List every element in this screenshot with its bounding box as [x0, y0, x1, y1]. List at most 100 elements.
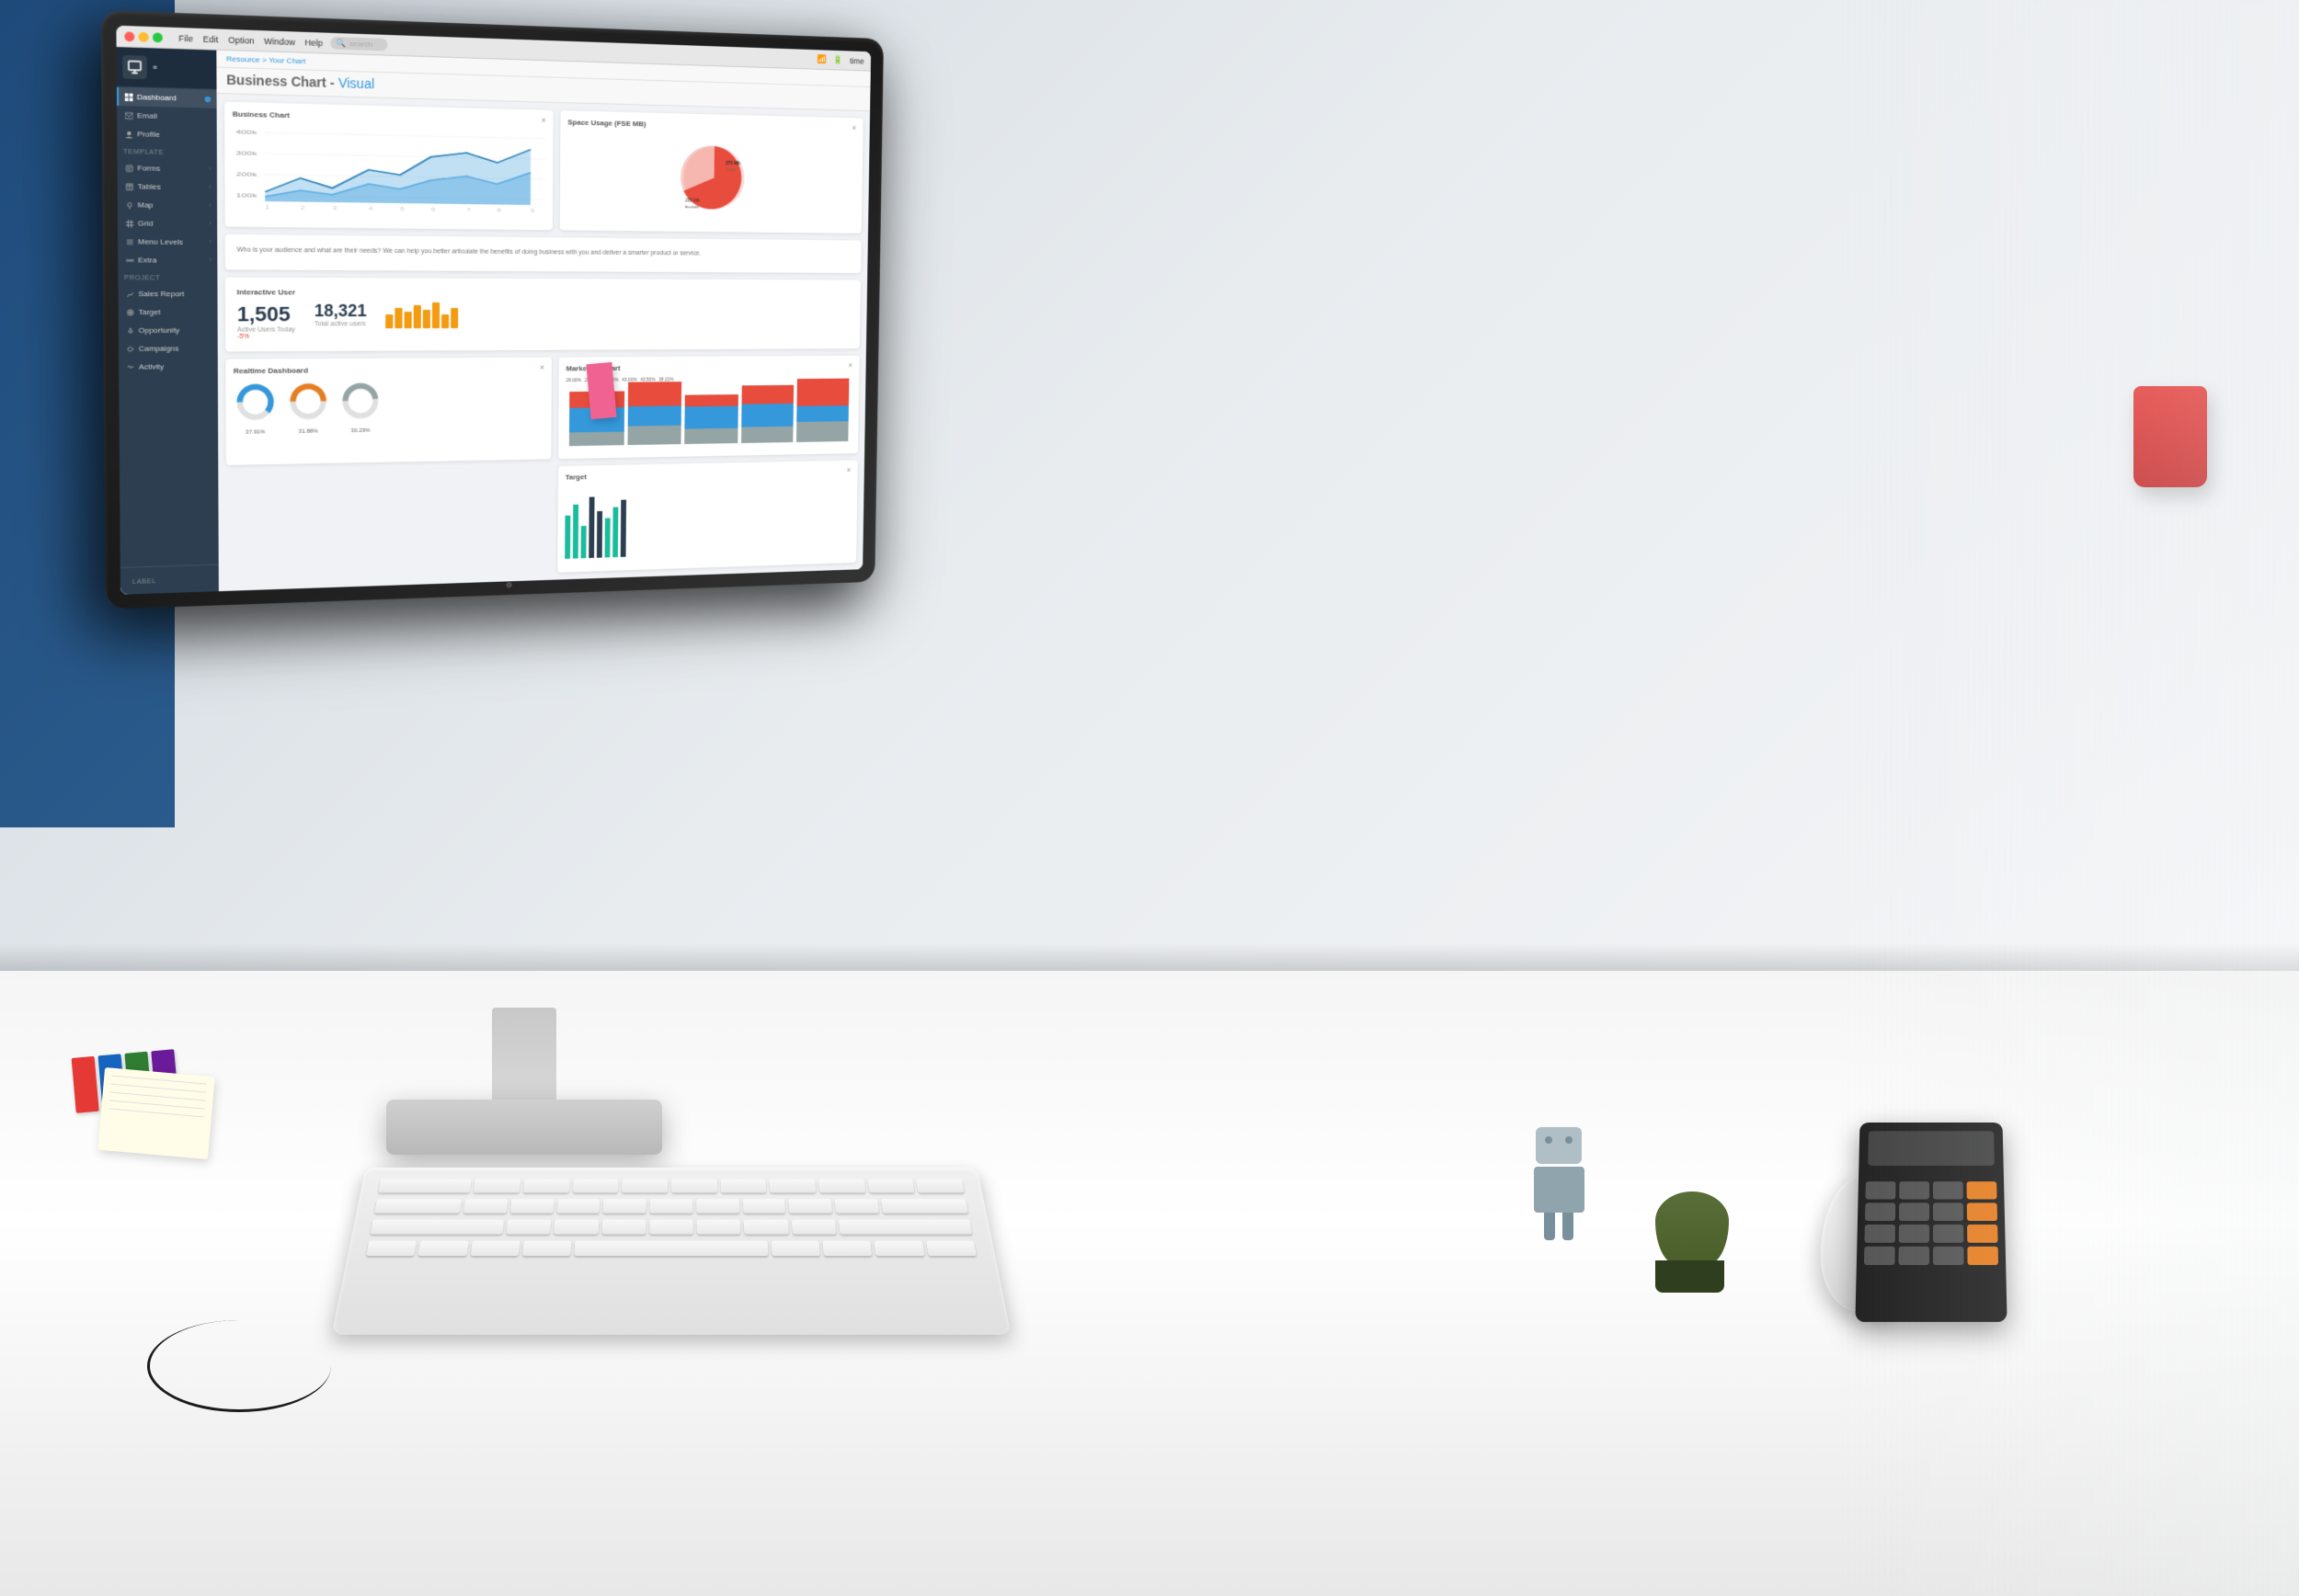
sidebar-item-forms[interactable]: Forms › — [117, 158, 216, 178]
key-l[interactable] — [834, 1199, 878, 1213]
sidebar-header: ≡ — [117, 47, 217, 90]
svg-text:Used: Used — [727, 167, 736, 172]
key-i[interactable] — [818, 1179, 865, 1192]
key-n[interactable] — [744, 1220, 789, 1235]
calc-btn-5[interactable] — [1899, 1203, 1929, 1221]
key-caps[interactable] — [374, 1199, 462, 1213]
calc-btn-dot[interactable] — [1898, 1247, 1928, 1265]
calc-btn-0[interactable] — [1864, 1247, 1895, 1265]
menu-help[interactable]: Help — [305, 38, 323, 48]
mac-maximize-button[interactable] — [153, 32, 163, 42]
sidebar-item-dashboard[interactable]: Dashboard — [117, 87, 217, 108]
key-d[interactable] — [556, 1199, 600, 1213]
calc-btn-7[interactable] — [1864, 1225, 1894, 1243]
marketing-close[interactable]: × — [848, 360, 852, 370]
key-g[interactable] — [650, 1199, 693, 1213]
mac-close-button[interactable] — [124, 31, 134, 41]
key-space[interactable] — [575, 1241, 769, 1256]
calc-btn-3[interactable] — [1933, 1181, 1963, 1199]
mac-search-bar[interactable]: 🔍 search — [330, 37, 387, 51]
key-u[interactable] — [770, 1179, 817, 1192]
sidebar-item-map[interactable]: Map › — [118, 196, 217, 215]
key-shift-l[interactable] — [371, 1220, 504, 1235]
calc-btn-1[interactable] — [1865, 1181, 1895, 1199]
key-y[interactable] — [720, 1179, 766, 1192]
wifi-icon: 📶 — [818, 54, 827, 64]
key-cmd-l[interactable] — [522, 1241, 572, 1256]
key-arrow-r[interactable] — [926, 1241, 977, 1256]
sidebar-label-title: Label — [126, 571, 212, 588]
menu-window[interactable]: Window — [264, 36, 295, 47]
key-ctrl[interactable] — [418, 1241, 469, 1256]
business-chart-close[interactable]: × — [541, 116, 545, 125]
mac-minimize-button[interactable] — [139, 31, 149, 41]
calc-btn-2[interactable] — [1899, 1181, 1929, 1199]
key-shift-r[interactable] — [839, 1220, 972, 1235]
key-alt-l[interactable] — [470, 1241, 520, 1256]
key-z[interactable] — [506, 1220, 551, 1235]
key-h[interactable] — [696, 1199, 739, 1213]
key-fn[interactable] — [366, 1241, 417, 1256]
key-a[interactable] — [463, 1199, 508, 1213]
key-w[interactable] — [523, 1179, 570, 1192]
key-f[interactable] — [603, 1199, 646, 1213]
sidebar-item-campaigns[interactable]: Campaigns — [119, 339, 218, 358]
sidebar-item-opportunity[interactable]: Opportunity — [119, 321, 218, 339]
monitor-screen: File Edit Option Window Help 🔍 search 📶 … — [116, 26, 871, 595]
key-alt-r[interactable] — [822, 1241, 872, 1256]
target-bar-1 — [565, 516, 570, 559]
key-q[interactable] — [474, 1179, 520, 1192]
realtime-close[interactable]: × — [540, 362, 544, 371]
sidebar-item-email[interactable]: Email — [117, 106, 217, 127]
menu-file[interactable]: File — [178, 33, 193, 43]
key-x[interactable] — [554, 1220, 599, 1235]
key-arrow-l[interactable] — [874, 1241, 924, 1256]
calc-btn-4[interactable] — [1865, 1203, 1895, 1221]
svg-text:100k: 100k — [236, 192, 258, 200]
sidebar-item-sales-report[interactable]: Sales Report — [118, 285, 217, 303]
calc-btn-6[interactable] — [1933, 1203, 1963, 1221]
calc-btn-add[interactable] — [1967, 1247, 1998, 1265]
calc-btn-eq[interactable] — [1933, 1247, 1963, 1265]
space-usage-close[interactable]: × — [852, 123, 856, 132]
sidebar-item-tables[interactable]: Tables › — [118, 177, 217, 197]
sidebar-item-grid[interactable]: Grid › — [118, 214, 217, 234]
calc-btn-div[interactable] — [1967, 1181, 1997, 1199]
sidebar-item-extra[interactable]: Extra › — [118, 251, 217, 270]
key-tab[interactable] — [378, 1179, 472, 1192]
calc-btn-9[interactable] — [1933, 1225, 1963, 1243]
key-b[interactable] — [697, 1220, 741, 1235]
key-r[interactable] — [622, 1179, 668, 1192]
svg-text:7: 7 — [466, 209, 471, 213]
sidebar-item-profile[interactable]: Profile — [117, 124, 217, 144]
menu-edit[interactable]: Edit — [203, 34, 219, 44]
page-title-separator: - — [330, 74, 338, 90]
key-cmd-r[interactable] — [771, 1241, 820, 1256]
sidebar-item-activity[interactable]: Activity — [119, 358, 218, 376]
calc-btn-sub[interactable] — [1967, 1225, 1997, 1243]
key-v[interactable] — [649, 1220, 693, 1235]
key-m[interactable] — [792, 1220, 837, 1235]
key-t[interactable] — [671, 1179, 717, 1192]
sidebar-item-target[interactable]: Target — [119, 303, 218, 322]
sidebar-item-menu-levels[interactable]: Menu Levels › — [118, 233, 217, 252]
key-c[interactable] — [601, 1220, 646, 1235]
target-chart-widget: Target × — [557, 461, 857, 573]
tables-chevron: › — [209, 184, 212, 190]
key-e[interactable] — [572, 1179, 618, 1192]
key-o[interactable] — [867, 1179, 915, 1192]
key-p[interactable] — [916, 1179, 964, 1192]
mini-bar-8 — [451, 308, 458, 328]
sidebar-email-label: Email — [137, 111, 157, 120]
monitor-power-button[interactable] — [507, 582, 512, 587]
target-close[interactable]: × — [847, 466, 852, 475]
business-chart-widget: Business Chart × 400k 300k 200k 100k — [224, 102, 554, 230]
calc-btn-mul[interactable] — [1967, 1203, 1997, 1221]
key-k[interactable] — [788, 1199, 832, 1213]
menu-option[interactable]: Option — [228, 35, 254, 45]
key-s[interactable] — [510, 1199, 555, 1213]
pie-chart-container: 375 Mb Used 255 Mb Available — [567, 133, 856, 220]
key-j[interactable] — [742, 1199, 785, 1213]
calc-btn-8[interactable] — [1899, 1225, 1929, 1243]
key-return[interactable] — [880, 1199, 967, 1213]
